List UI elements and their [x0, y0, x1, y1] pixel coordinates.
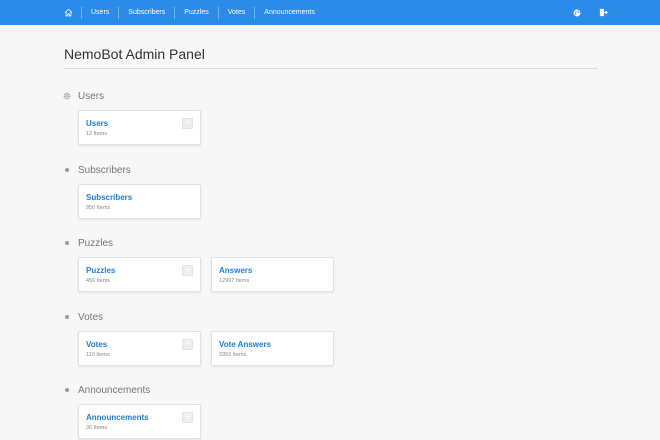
bullet-icon — [62, 241, 72, 245]
top-nav-bar: Users Subscribers Puzzles Votes Announce… — [0, 0, 660, 25]
card-title-link[interactable]: Votes — [86, 340, 107, 349]
add-user-button[interactable]: + — [182, 118, 193, 129]
section-title: Subscribers — [78, 164, 131, 176]
plus-icon: + — [184, 339, 191, 349]
card-item-count: 950 Items — [86, 205, 111, 211]
card-title-link[interactable]: Puzzles — [86, 266, 115, 275]
plus-icon: + — [184, 118, 191, 128]
section-users: Users Users 12 Items + — [62, 88, 201, 145]
card-announcements[interactable]: Announcements 30 Items + — [78, 404, 201, 439]
card-item-count: 12997 Items — [219, 278, 250, 284]
card-puzzles[interactable]: Puzzles 456 Items + — [78, 257, 201, 292]
add-vote-button[interactable]: + — [182, 339, 193, 350]
nav-right-icons — [573, 0, 608, 25]
logout-button[interactable] — [599, 4, 608, 22]
logout-icon — [599, 8, 608, 16]
add-announcement-button[interactable]: + — [182, 412, 193, 423]
main-nav: Users Subscribers Puzzles Votes Announce… — [55, 0, 324, 25]
nav-item-announcements[interactable]: Announcements — [255, 0, 324, 25]
bullet-icon — [62, 388, 72, 392]
card-title-link[interactable]: Vote Answers — [219, 340, 271, 349]
plus-icon: + — [184, 412, 191, 422]
card-title-link[interactable]: Answers — [219, 266, 252, 275]
plus-icon: + — [184, 265, 191, 275]
bullet-icon — [62, 168, 72, 172]
page-title: NemoBot Admin Panel — [64, 46, 205, 62]
card-votes[interactable]: Votes 110 Items + — [78, 331, 201, 366]
nav-item-subscribers[interactable]: Subscribers — [119, 0, 174, 25]
add-puzzle-button[interactable]: + — [182, 265, 193, 276]
bullet-icon — [62, 315, 72, 319]
section-subscribers: Subscribers Subscribers 950 Items — [62, 162, 201, 219]
nav-home-link[interactable] — [55, 0, 81, 25]
title-divider — [64, 68, 598, 69]
section-votes: Votes Votes 110 Items + Vote Answers 335… — [62, 309, 334, 366]
card-item-count: 456 Items — [86, 278, 111, 284]
section-title: Users — [78, 90, 105, 102]
globe-icon — [573, 9, 581, 16]
section-title: Puzzles — [78, 237, 114, 249]
card-title-link[interactable]: Subscribers — [86, 193, 132, 202]
section-title: Announcements — [78, 384, 151, 396]
nav-item-puzzles[interactable]: Puzzles — [175, 0, 218, 25]
card-subscribers[interactable]: Subscribers 950 Items — [78, 184, 201, 219]
card-item-count: 110 Items — [86, 352, 110, 358]
language-button[interactable] — [573, 4, 581, 22]
card-item-count: 30 Items — [86, 425, 108, 431]
card-item-count: 3353 Items — [219, 352, 247, 358]
card-title-link[interactable]: Announcements — [86, 413, 149, 422]
section-title: Votes — [78, 311, 104, 323]
nav-item-users[interactable]: Users — [82, 0, 118, 25]
card-vote-answers[interactable]: Vote Answers 3353 Items — [211, 331, 334, 366]
section-puzzles: Puzzles Puzzles 456 Items + Answers 1299… — [62, 235, 334, 292]
home-icon — [64, 8, 72, 17]
gear-icon — [62, 92, 72, 100]
nav-item-votes[interactable]: Votes — [219, 0, 255, 25]
card-users[interactable]: Users 12 Items + — [78, 110, 201, 145]
section-announcements: Announcements Announcements 30 Items + — [62, 382, 201, 439]
card-title-link[interactable]: Users — [86, 119, 108, 128]
card-item-count: 12 Items — [86, 131, 108, 137]
card-answers[interactable]: Answers 12997 Items — [211, 257, 334, 292]
